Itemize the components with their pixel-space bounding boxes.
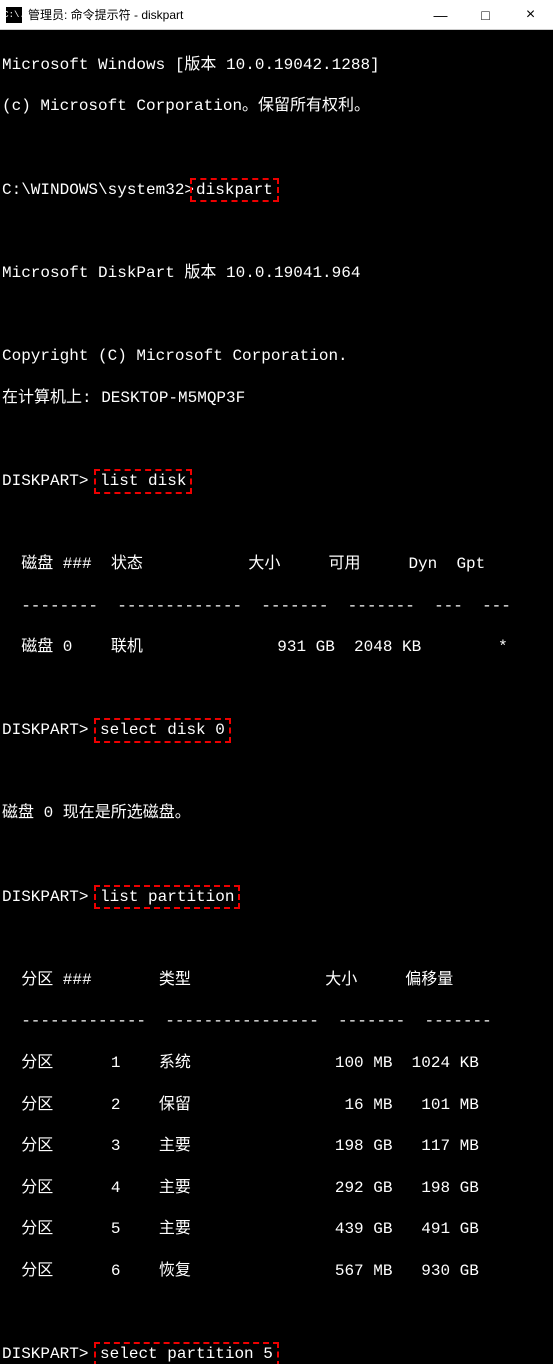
partition-table-row: 分区 6 恢复 567 MB 930 GB bbox=[2, 1261, 551, 1282]
maximize-button[interactable]: □ bbox=[463, 0, 508, 29]
partition-table-row: 分区 5 主要 439 GB 491 GB bbox=[2, 1219, 551, 1240]
terminal-line: DISKPART> select disk 0 bbox=[2, 720, 551, 741]
terminal-line: 磁盘 0 现在是所选磁盘。 bbox=[2, 803, 551, 824]
terminal-line: DISKPART> list partition bbox=[2, 887, 551, 908]
diskpart-prompt: DISKPART> bbox=[2, 472, 88, 490]
prompt-text: C:\WINDOWS\system32> bbox=[2, 181, 194, 199]
terminal-line: (c) Microsoft Corporation。保留所有权利。 bbox=[2, 96, 551, 117]
close-button[interactable]: × bbox=[508, 0, 553, 29]
terminal-line: Microsoft Windows [版本 10.0.19042.1288] bbox=[2, 55, 551, 76]
highlight-select-partition: select partition 5 bbox=[94, 1342, 279, 1364]
terminal-blank bbox=[2, 762, 551, 783]
window-title: 管理员: 命令提示符 - diskpart bbox=[28, 6, 418, 23]
partition-table-row: 分区 2 保留 16 MB 101 MB bbox=[2, 1095, 551, 1116]
terminal-line: C:\WINDOWS\system32>diskpart bbox=[2, 180, 551, 201]
terminal-blank bbox=[2, 138, 551, 159]
window-controls: — □ × bbox=[418, 0, 553, 29]
partition-table-row: 分区 4 主要 292 GB 198 GB bbox=[2, 1178, 551, 1199]
partition-table-row: 分区 1 系统 100 MB 1024 KB bbox=[2, 1053, 551, 1074]
diskpart-prompt: DISKPART> bbox=[2, 1345, 88, 1363]
terminal-line: Microsoft DiskPart 版本 10.0.19041.964 bbox=[2, 263, 551, 284]
terminal-blank bbox=[2, 221, 551, 242]
window-titlebar: C:\. 管理员: 命令提示符 - diskpart — □ × bbox=[0, 0, 553, 30]
terminal-blank bbox=[2, 429, 551, 450]
terminal-blank bbox=[2, 512, 551, 533]
terminal-line: DISKPART> select partition 5 bbox=[2, 1344, 551, 1364]
terminal-area[interactable]: Microsoft Windows [版本 10.0.19042.1288] (… bbox=[0, 30, 553, 1364]
terminal-line: DISKPART> list disk bbox=[2, 471, 551, 492]
disk-table-row: 磁盘 0 联机 931 GB 2048 KB * bbox=[2, 637, 551, 658]
highlight-list-partition: list partition bbox=[94, 885, 240, 910]
terminal-line: Copyright (C) Microsoft Corporation. bbox=[2, 346, 551, 367]
partition-table-header: 分区 ### 类型 大小 偏移量 bbox=[2, 970, 551, 991]
terminal-line: 在计算机上: DESKTOP-M5MQP3F bbox=[2, 388, 551, 409]
highlight-diskpart: diskpart bbox=[190, 178, 279, 203]
partition-table-divider: ------------- ---------------- ------- -… bbox=[2, 1011, 551, 1032]
minimize-button[interactable]: — bbox=[418, 0, 463, 29]
diskpart-prompt: DISKPART> bbox=[2, 888, 88, 906]
highlight-select-disk: select disk 0 bbox=[94, 718, 231, 743]
terminal-blank bbox=[2, 1303, 551, 1324]
partition-table-row: 分区 3 主要 198 GB 117 MB bbox=[2, 1136, 551, 1157]
terminal-blank bbox=[2, 304, 551, 325]
disk-table-divider: -------- ------------- ------- ------- -… bbox=[2, 596, 551, 617]
highlight-list-disk: list disk bbox=[94, 469, 192, 494]
terminal-blank bbox=[2, 928, 551, 949]
terminal-blank bbox=[2, 845, 551, 866]
disk-table-header: 磁盘 ### 状态 大小 可用 Dyn Gpt bbox=[2, 554, 551, 575]
cmd-icon: C:\. bbox=[6, 7, 22, 23]
diskpart-prompt: DISKPART> bbox=[2, 721, 88, 739]
